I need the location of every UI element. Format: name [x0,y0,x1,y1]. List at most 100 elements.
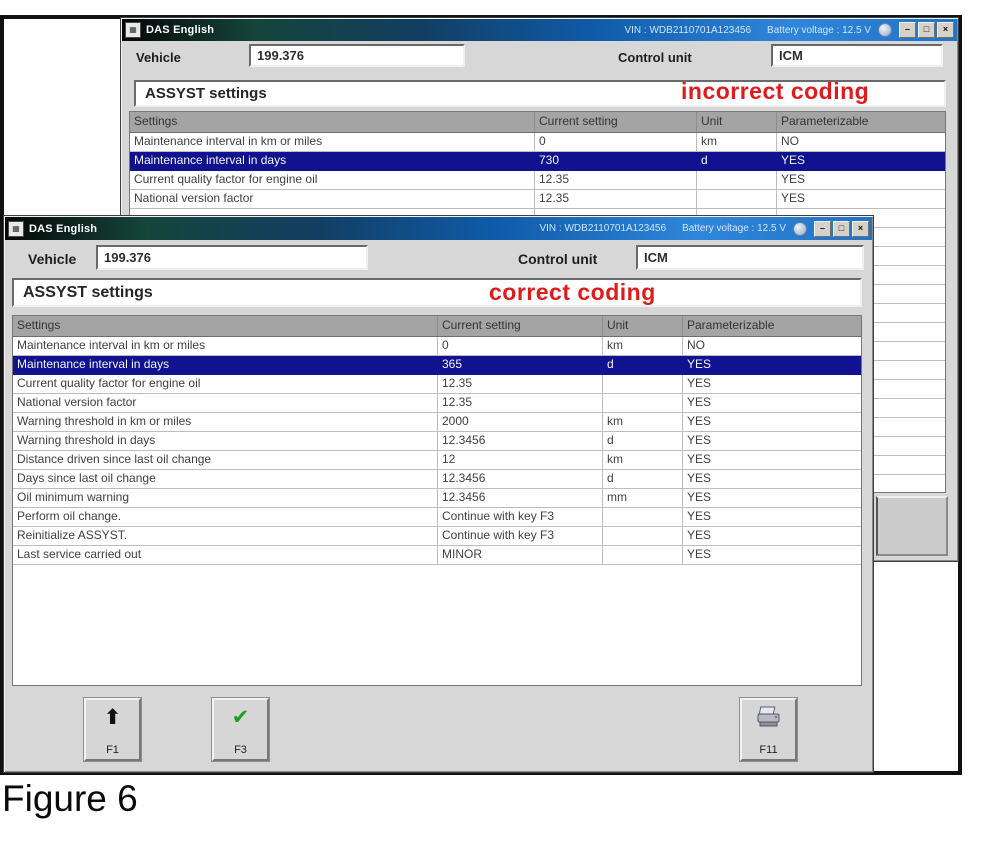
table-cell: Continue with key F3 [438,527,603,546]
column-header: Unit [697,112,777,132]
maximize-button[interactable]: □ [918,22,935,38]
table-cell: 730 [535,152,697,171]
table-row[interactable]: National version factor12.35YES [13,394,861,413]
table-row[interactable]: Last service carried outMINORYES [13,546,861,565]
minimize-button[interactable]: – [899,22,916,38]
close-button[interactable]: × [852,221,869,237]
table-cell: d [603,470,683,489]
column-header: Current setting [438,316,603,336]
table-header-row: SettingsCurrent settingUnitParameterizab… [130,112,945,133]
table-cell: Warning threshold in days [13,432,438,451]
f11-print-button[interactable]: F11 [740,698,797,761]
control-unit-field[interactable] [636,245,864,270]
table-row[interactable]: Current quality factor for engine oil12.… [130,171,945,190]
table-cell: d [603,432,683,451]
vin-readout: VIN : WDB2110701A123456 [624,25,751,36]
table-cell [603,508,683,527]
table-cell [697,171,777,190]
maximize-button[interactable]: □ [833,221,850,237]
table-row[interactable]: Oil minimum warning12.3456mmYES [13,489,861,508]
window-title: DAS English [29,223,97,235]
table-row[interactable]: National version factor12.35YES [130,190,945,209]
table-row[interactable]: Maintenance interval in days730dYES [130,152,945,171]
fkey-label: F1 [106,744,119,756]
table-header-row: SettingsCurrent settingUnitParameterizab… [13,316,861,337]
table-cell: mm [603,489,683,508]
settings-table: SettingsCurrent settingUnitParameterizab… [12,315,862,686]
globe-icon [878,23,892,37]
table-row[interactable]: Days since last oil change12.3456dYES [13,470,861,489]
vehicle-field[interactable] [249,44,465,67]
table-row[interactable]: Warning threshold in km or miles2000kmYE… [13,413,861,432]
table-cell [603,546,683,565]
control-unit-label: Control unit [518,251,597,267]
printer-icon [756,706,782,734]
table-cell: YES [777,190,945,209]
table-cell: YES [683,413,861,432]
table-row[interactable]: Reinitialize ASSYST.Continue with key F3… [13,527,861,546]
battery-voltage-readout: Battery voltage : 12.5 V [767,25,871,36]
table-cell: Warning threshold in km or miles [13,413,438,432]
table-cell: 12.35 [438,375,603,394]
table-cell: Maintenance interval in km or miles [130,133,535,152]
table-cell: 0 [438,337,603,356]
table-cell: YES [683,527,861,546]
section-title-band: ASSYST settings [12,278,862,307]
control-unit-field[interactable] [771,44,943,67]
table-cell: YES [683,546,861,565]
table-cell: Oil minimum warning [13,489,438,508]
table-cell: YES [777,171,945,190]
table-cell: 12.3456 [438,470,603,489]
table-row[interactable]: Distance driven since last oil change12k… [13,451,861,470]
check-icon: ✔ [232,706,250,730]
title-bar[interactable]: ▦ DAS English VIN : WDB2110701A123456 Ba… [122,19,957,41]
table-cell: National version factor [13,394,438,413]
table-cell: 2000 [438,413,603,432]
minimize-button[interactable]: – [814,221,831,237]
f1-back-button[interactable]: ⬆ F1 [84,698,141,761]
column-header: Parameterizable [777,112,945,132]
control-unit-label: Control unit [618,50,692,65]
das-app-icon: ▦ [125,22,141,38]
column-header: Settings [13,316,438,336]
table-cell: Continue with key F3 [438,508,603,527]
table-cell: Current quality factor for engine oil [13,375,438,394]
partial-button[interactable] [876,496,948,556]
table-cell: YES [683,451,861,470]
table-row[interactable]: Maintenance interval in km or miles0kmNO [13,337,861,356]
annotation-incorrect-coding: incorrect coding [681,78,869,105]
table-cell: YES [683,356,861,375]
table-cell: YES [683,432,861,451]
table-row[interactable]: Current quality factor for engine oil12.… [13,375,861,394]
table-row[interactable]: Warning threshold in days12.3456dYES [13,432,861,451]
table-cell: Distance driven since last oil change [13,451,438,470]
title-bar[interactable]: ▦ DAS English VIN : WDB2110701A123456 Ba… [5,217,872,240]
column-header: Unit [603,316,683,336]
table-cell: 0 [535,133,697,152]
table-cell: Maintenance interval in km or miles [13,337,438,356]
close-button[interactable]: × [937,22,954,38]
das-window-correct: ▦ DAS English VIN : WDB2110701A123456 Ba… [3,215,874,773]
column-header: Parameterizable [683,316,861,336]
table-cell: d [603,356,683,375]
table-cell: Reinitialize ASSYST. [13,527,438,546]
vin-readout: VIN : WDB2110701A123456 [539,223,666,234]
annotation-correct-coding: correct coding [489,279,656,306]
table-cell: NO [683,337,861,356]
table-cell [603,527,683,546]
table-cell: YES [683,508,861,527]
f3-confirm-button[interactable]: ✔ F3 [212,698,269,761]
table-cell: 365 [438,356,603,375]
table-cell: YES [683,394,861,413]
table-cell: km [697,133,777,152]
table-cell: Perform oil change. [13,508,438,527]
table-cell: 12.3456 [438,489,603,508]
fkey-label: F3 [234,744,247,756]
vehicle-field[interactable] [96,245,368,270]
das-app-icon: ▦ [8,221,24,237]
table-row[interactable]: Perform oil change.Continue with key F3 Y… [13,508,861,527]
table-cell [697,190,777,209]
table-row[interactable]: Maintenance interval in km or miles0kmNO [130,133,945,152]
table-row[interactable]: Maintenance interval in days365dYES [13,356,861,375]
table-cell: Last service carried out [13,546,438,565]
